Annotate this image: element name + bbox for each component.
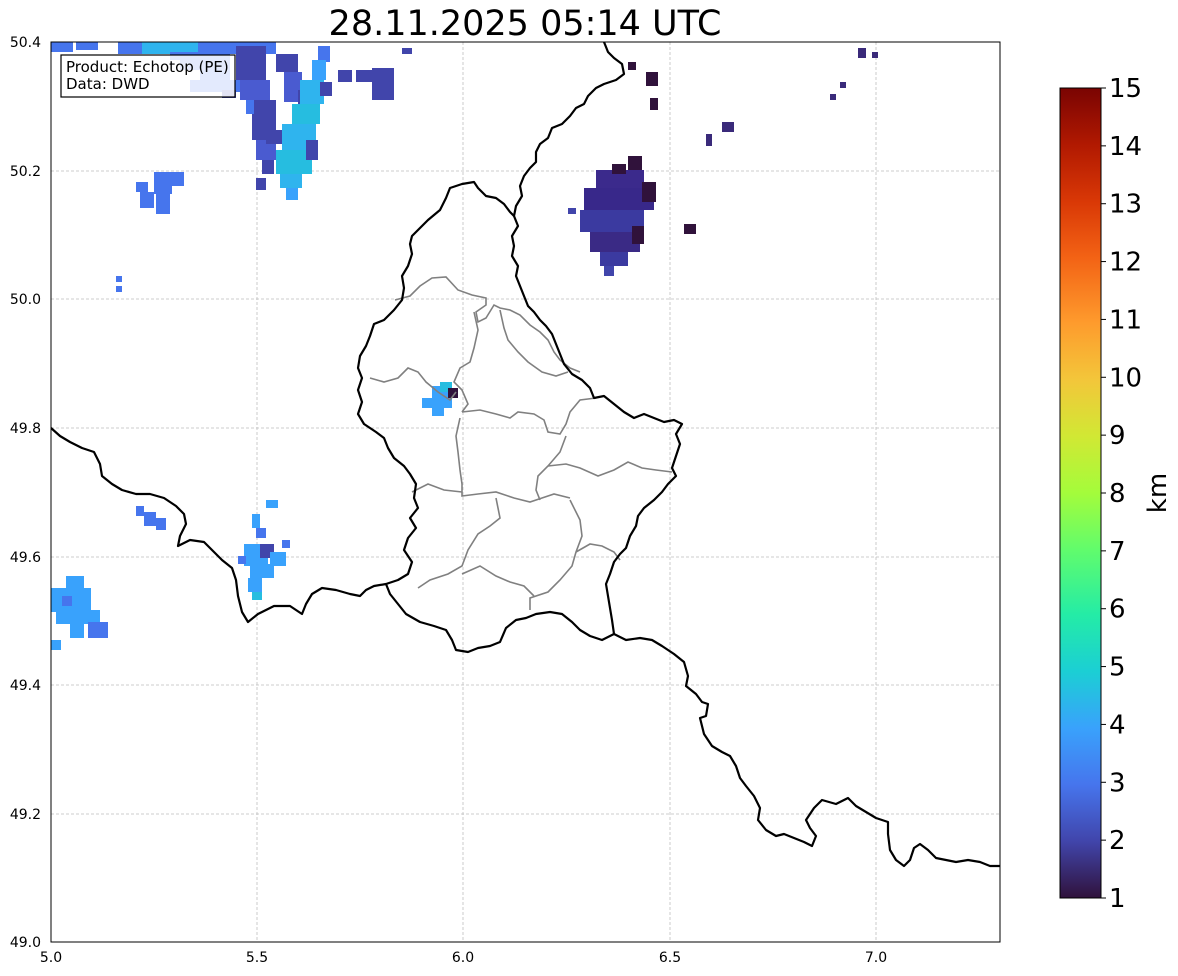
y-axis-ticks: 50.4 50.2 50.0 49.8 49.6 49.4 49.2 49.0: [10, 35, 41, 951]
y-tick-label: 49.0: [10, 935, 41, 951]
colorbar-tick-label: 10: [1109, 363, 1142, 393]
info-box: Product: Echotop (PE) Data: DWD: [60, 54, 236, 98]
y-tick-label: 49.6: [10, 550, 41, 566]
colorbar-unit-label: km: [1143, 473, 1173, 513]
colorbar-tick-label: 8: [1109, 479, 1126, 509]
colorbar-tick-label: 13: [1109, 190, 1142, 220]
colorbar-tick-label: 1: [1109, 884, 1126, 914]
x-tick-label: 6.0: [452, 950, 474, 966]
y-tick-label: 49.4: [10, 678, 41, 694]
radar-map-figure: 28.11.2025 05:14 UTC Product: Echotop (P…: [10, 4, 1173, 966]
info-data-text: Data: DWD: [66, 75, 150, 93]
colorbar-tick-label: 5: [1109, 653, 1126, 683]
y-tick-label: 50.2: [10, 164, 41, 180]
colorbar-tick-label: 12: [1109, 248, 1142, 278]
x-tick-label: 5.5: [246, 950, 268, 966]
y-tick-label: 50.4: [10, 35, 41, 51]
colorbar-gradient: [1059, 87, 1102, 899]
y-tick-label: 49.8: [10, 421, 41, 437]
info-product-text: Product: Echotop (PE): [66, 58, 229, 76]
x-tick-label: 6.5: [659, 950, 681, 966]
colorbar-tick-label: 9: [1109, 421, 1126, 451]
colorbar-tick-label: 2: [1109, 826, 1126, 856]
colorbar-tick-label: 3: [1109, 768, 1126, 798]
x-axis-ticks: 5.0 5.5 6.0 6.5 7.0: [40, 950, 887, 966]
colorbar-tick-label: 15: [1109, 74, 1142, 104]
x-tick-label: 5.0: [40, 950, 62, 966]
colorbar-tick-label: 6: [1109, 595, 1126, 625]
colorbar-tick-label: 14: [1109, 132, 1142, 162]
colorbar-tick-label: 7: [1109, 537, 1126, 567]
colorbar-tick-label: 4: [1109, 710, 1126, 740]
y-tick-label: 50.0: [10, 292, 41, 308]
x-tick-label: 7.0: [865, 950, 887, 966]
colorbar: 15 14 13 12 11 10 9 8 7 6 5 4 3 2 1 km: [1059, 74, 1173, 914]
y-tick-label: 49.2: [10, 807, 41, 823]
map-title: 28.11.2025 05:14 UTC: [329, 4, 722, 44]
colorbar-tick-label: 11: [1109, 305, 1142, 335]
